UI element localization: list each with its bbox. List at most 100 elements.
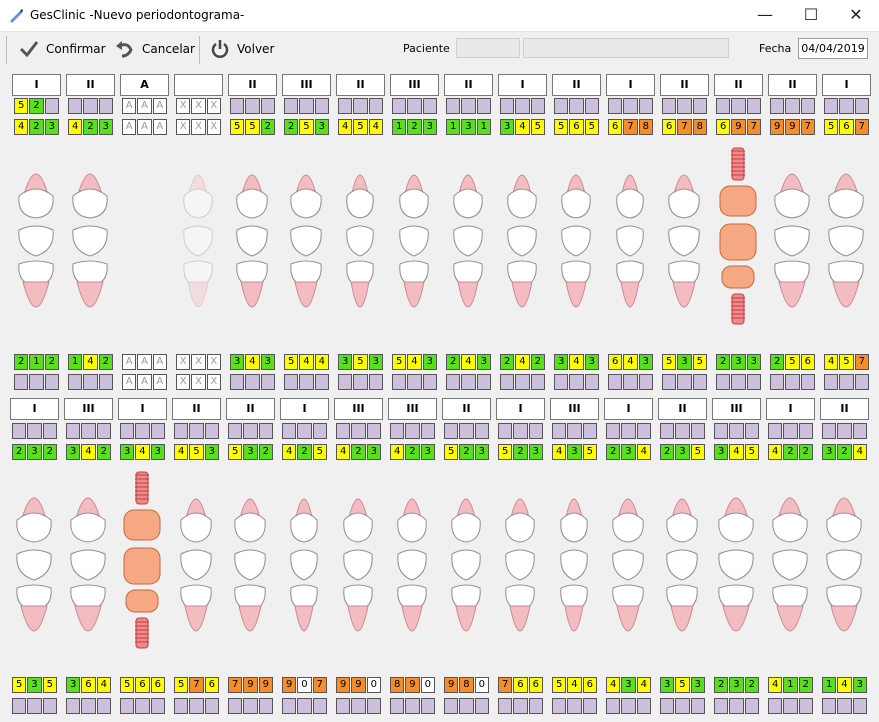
probing-depth-vestibular-cell[interactable]	[245, 98, 260, 114]
tooth-incisor[interactable]	[390, 470, 434, 660]
gingival-margin-palatal-cell[interactable]	[744, 698, 759, 714]
mobility-box[interactable]: II	[820, 398, 869, 420]
gingival-margin-palatal-cell[interactable]	[150, 698, 165, 714]
gingival-margin-vestibular-cell[interactable]: 5	[189, 444, 204, 460]
gingival-margin-vestibular-cell[interactable]: 5	[690, 444, 705, 460]
tooth-ghost[interactable]	[176, 146, 220, 336]
probing-depth-palatal-cell[interactable]: 3	[746, 354, 761, 370]
probing-depth-vestibular-cell[interactable]	[837, 423, 852, 439]
probing-depth-vestibular-cell[interactable]	[500, 98, 515, 114]
gingival-margin-palatal-cell[interactable]	[189, 698, 204, 714]
mobility-box[interactable]: I	[10, 398, 59, 420]
gingival-margin-vestibular-cell[interactable]: 5	[744, 444, 759, 460]
probing-depth-vestibular-cell[interactable]	[407, 98, 422, 114]
probing-depth-vestibular-cell[interactable]	[513, 423, 528, 439]
probing-depth-vestibular-cell[interactable]	[552, 423, 567, 439]
gingival-margin-vestibular-cell[interactable]: 4	[338, 119, 353, 135]
gingival-margin-vestibular-cell[interactable]: 2	[798, 444, 813, 460]
tooth-molar[interactable]	[68, 146, 112, 336]
gingival-margin-palatal-cell[interactable]	[582, 698, 597, 714]
probing-depth-vestibular-cell[interactable]	[258, 423, 273, 439]
probing-depth-palatal-cell[interactable]: 4	[314, 354, 329, 370]
probing-depth-vestibular-cell[interactable]	[284, 98, 299, 114]
gingival-margin-palatal-cell[interactable]	[768, 698, 783, 714]
probing-depth-vestibular-cell[interactable]	[528, 423, 543, 439]
probing-depth-palatal-cell[interactable]: 3	[660, 677, 675, 693]
tooth-premolar[interactable]	[660, 470, 704, 660]
probing-depth-palatal-cell[interactable]: 4	[606, 677, 621, 693]
probing-depth-vestibular-cell[interactable]	[798, 423, 813, 439]
probing-depth-palatal-cell[interactable]: 5	[785, 354, 800, 370]
probing-depth-palatal-cell[interactable]: 5	[552, 677, 567, 693]
probing-depth-vestibular-cell[interactable]	[351, 423, 366, 439]
gingival-margin-palatal-cell[interactable]	[714, 698, 729, 714]
tooth-molar[interactable]	[768, 470, 812, 660]
probing-depth-palatal-cell[interactable]: 5	[284, 354, 299, 370]
probing-depth-palatal-cell[interactable]: 2	[770, 354, 785, 370]
probing-depth-palatal-cell[interactable]: 2	[716, 354, 731, 370]
probing-depth-palatal-cell[interactable]: 3	[729, 677, 744, 693]
mobility-box[interactable]: III	[712, 398, 761, 420]
gingival-margin-palatal-cell[interactable]	[554, 374, 569, 390]
gingival-margin-vestibular-cell[interactable]: 4	[81, 444, 96, 460]
gingival-margin-palatal-cell[interactable]	[621, 698, 636, 714]
probing-depth-palatal-cell[interactable]: 1	[822, 677, 837, 693]
probing-depth-vestibular-cell[interactable]	[636, 423, 651, 439]
mobility-box[interactable]: I	[280, 398, 329, 420]
probing-depth-vestibular-cell[interactable]	[638, 98, 653, 114]
gingival-margin-vestibular-cell[interactable]: 3	[243, 444, 258, 460]
probing-depth-palatal-cell[interactable]: 9	[258, 677, 273, 693]
gingival-margin-palatal-cell[interactable]	[567, 698, 582, 714]
probing-depth-palatal-cell[interactable]: 2	[446, 354, 461, 370]
gingival-margin-vestibular-cell[interactable]: 2	[606, 444, 621, 460]
probing-depth-palatal-cell[interactable]: A	[122, 354, 137, 370]
mobility-box[interactable]: II	[768, 74, 817, 96]
gingival-margin-vestibular-cell[interactable]: 3	[314, 119, 329, 135]
gingival-margin-vestibular-cell[interactable]: 5	[554, 119, 569, 135]
tooth-molar[interactable]	[12, 470, 56, 660]
gingival-margin-palatal-cell[interactable]	[96, 698, 111, 714]
probing-depth-palatal-cell[interactable]: 3	[852, 677, 867, 693]
probing-depth-vestibular-cell[interactable]	[692, 98, 707, 114]
gingival-margin-palatal-cell[interactable]	[204, 698, 219, 714]
tooth-incisor[interactable]	[500, 146, 544, 336]
gingival-margin-vestibular-cell[interactable]: 4	[515, 119, 530, 135]
probing-depth-vestibular-cell[interactable]	[83, 98, 98, 114]
gingival-margin-vestibular-cell[interactable]: 3	[98, 119, 113, 135]
probing-depth-vestibular-cell[interactable]	[675, 423, 690, 439]
gingival-margin-palatal-cell[interactable]	[692, 374, 707, 390]
tooth-premolar[interactable]	[174, 470, 218, 660]
probing-depth-palatal-cell[interactable]: 5	[675, 677, 690, 693]
mobility-box[interactable]: III	[390, 74, 439, 96]
gingival-margin-vestibular-cell[interactable]: 2	[42, 444, 57, 460]
gingival-margin-palatal-cell[interactable]	[839, 374, 854, 390]
probing-depth-vestibular-cell[interactable]	[366, 423, 381, 439]
probing-depth-vestibular-cell[interactable]	[515, 98, 530, 114]
probing-depth-palatal-cell[interactable]: 4	[96, 677, 111, 693]
gingival-margin-vestibular-cell[interactable]: 5	[498, 444, 513, 460]
gingival-margin-palatal-cell[interactable]	[297, 698, 312, 714]
tooth-incisor[interactable]	[498, 470, 542, 660]
mobility-box[interactable]: II	[444, 74, 493, 96]
probing-depth-vestibular-cell[interactable]	[446, 98, 461, 114]
probing-depth-vestibular-cell[interactable]	[800, 98, 815, 114]
probing-depth-vestibular-cell[interactable]	[12, 423, 27, 439]
gingival-margin-palatal-cell[interactable]	[783, 698, 798, 714]
tooth-molar[interactable]	[822, 470, 866, 660]
probing-depth-vestibular-cell[interactable]	[731, 98, 746, 114]
gingival-margin-palatal-cell[interactable]: A	[122, 374, 137, 390]
probing-depth-palatal-cell[interactable]: 8	[390, 677, 405, 693]
gingival-margin-palatal-cell[interactable]	[552, 698, 567, 714]
gingival-margin-palatal-cell[interactable]	[528, 698, 543, 714]
gingival-margin-vestibular-cell[interactable]: 5	[582, 444, 597, 460]
gingival-margin-vestibular-cell[interactable]: 5	[444, 444, 459, 460]
maximize-button[interactable]: ☐	[788, 0, 834, 31]
probing-depth-palatal-cell[interactable]: 4	[636, 677, 651, 693]
tooth-premolar[interactable]	[284, 146, 328, 336]
gingival-margin-palatal-cell[interactable]	[174, 698, 189, 714]
gingival-margin-palatal-cell[interactable]	[660, 698, 675, 714]
gingival-margin-palatal-cell[interactable]	[716, 374, 731, 390]
gingival-margin-vestibular-cell[interactable]: 3	[66, 444, 81, 460]
probing-depth-palatal-cell[interactable]: 2	[98, 354, 113, 370]
gingival-margin-palatal-cell[interactable]	[677, 374, 692, 390]
